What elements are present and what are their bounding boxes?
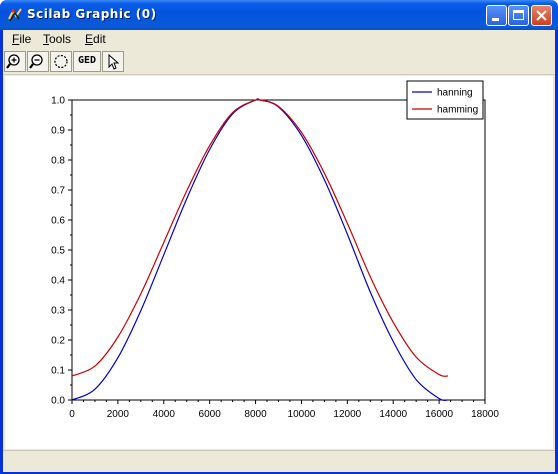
menu-bar: File Tools Edit — [3, 30, 555, 49]
close-icon — [536, 10, 547, 21]
minimize-icon — [492, 18, 499, 21]
ged-button[interactable]: GED — [73, 51, 101, 72]
x-tick-label: 12000 — [333, 409, 361, 420]
graphic-canvas[interactable]: 0 2000 4000 6000 8000 10000 12000 14000 16000 180… — [5, 76, 553, 449]
close-button[interactable] — [531, 5, 552, 26]
y-tick-label: 0.3 — [51, 306, 65, 317]
menu-file[interactable]: File — [12, 32, 31, 46]
x-tick-label: 6000 — [199, 409, 222, 420]
y-tick-label: 0.7 — [51, 186, 65, 197]
zoom-in-icon — [6, 54, 20, 69]
x-tick-label: 10000 — [288, 409, 316, 420]
toolbar: GED — [3, 49, 555, 75]
y-tick-label: 0.8 — [51, 156, 65, 167]
y-tick-label: 0.9 — [51, 126, 65, 137]
rotate-icon — [54, 54, 68, 69]
plot-frame — [71, 99, 486, 401]
y-tick-label: 1.0 — [51, 96, 65, 107]
ged-label: GED — [77, 55, 97, 66]
zoom-out-button[interactable] — [27, 51, 49, 72]
menu-tools[interactable]: Tools — [43, 32, 71, 46]
pointer-button[interactable] — [102, 51, 124, 72]
series-line-hanning — [71, 98, 449, 402]
maximize-button[interactable] — [508, 5, 529, 26]
x-tick-label: 16000 — [425, 409, 453, 420]
window-title: Scilab Graphic (0) — [27, 7, 157, 21]
x-tick-label: 8000 — [244, 409, 267, 420]
y-tick-label: 0.6 — [51, 216, 65, 227]
series-line-hamming — [71, 98, 449, 377]
maximize-icon — [513, 10, 524, 20]
y-tick-label: 0.1 — [51, 366, 65, 377]
x-tick-label: 14000 — [379, 409, 407, 420]
y-tick-label: 0.4 — [51, 276, 65, 287]
x-tick-label: 0 — [69, 409, 75, 420]
legend-label-hanning: hanning — [437, 88, 473, 99]
y-tick-label: 0.2 — [51, 336, 65, 347]
y-tick-label: 0.0 — [51, 396, 65, 407]
scilab-app-icon — [8, 8, 22, 22]
x-tick-label: 18000 — [471, 409, 499, 420]
zoom-out-icon — [29, 54, 43, 69]
menu-edit[interactable]: Edit — [85, 32, 106, 46]
status-bar — [3, 450, 555, 472]
x-tick-label: 4000 — [153, 409, 176, 420]
minimize-button[interactable] — [486, 5, 507, 26]
title-bar[interactable]: Scilab Graphic (0) — [0, 0, 558, 30]
window-client-area: File Tools Edit GED 0 2000 4000 6000 800… — [3, 30, 555, 472]
window-chart: 0 2000 4000 6000 8000 10000 12000 14000 16000 180… — [51, 80, 499, 420]
pointer-icon — [108, 53, 120, 70]
legend-label-hamming: hamming — [437, 105, 478, 116]
scilab-graphic-window: Scilab Graphic (0) File Tools Edit GED 0… — [0, 0, 558, 474]
x-tick-label: 2000 — [107, 409, 130, 420]
y-tick-label: 0.5 — [51, 246, 65, 257]
zoom-in-button[interactable] — [4, 51, 26, 72]
rotate-button[interactable] — [50, 51, 72, 72]
